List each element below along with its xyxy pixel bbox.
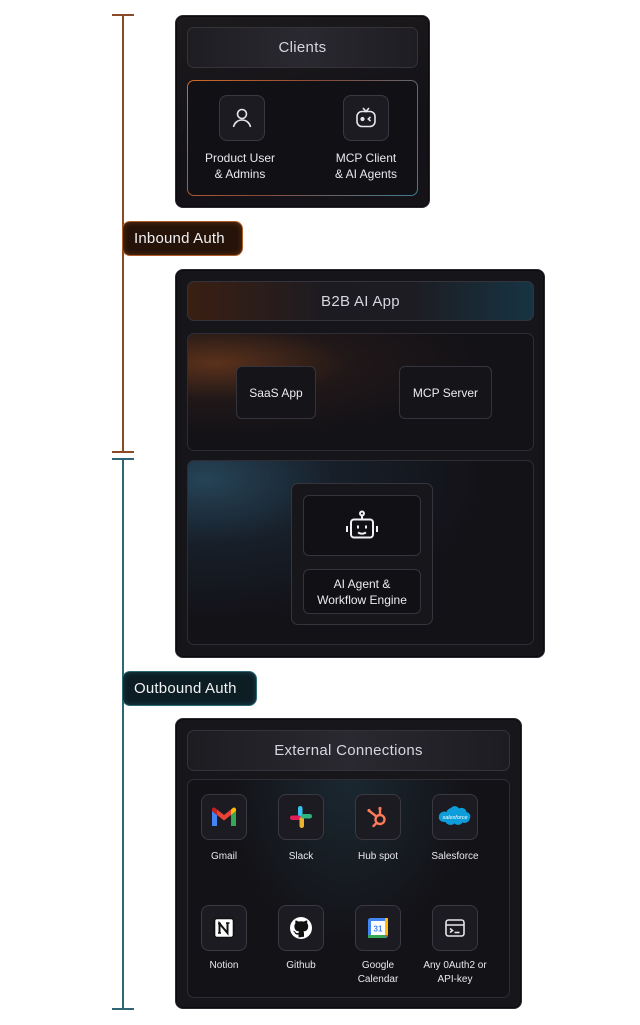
salesforce-icon: salesforce [438, 806, 471, 825]
client-tile-product-user[interactable] [219, 95, 265, 141]
connection-slack[interactable] [278, 794, 324, 840]
hubspot-icon [367, 806, 386, 828]
saas-app-box[interactable]: SaaS App [236, 366, 316, 419]
client-label-mcp-client: MCP Client & AI Agents [334, 151, 398, 181]
robot-face-icon [356, 107, 376, 128]
client-label-product-user: Product User & Admins [204, 151, 276, 181]
agent-label-box: AI Agent & Workflow Engine [303, 569, 421, 614]
outbound-auth-label: Outbound Auth [122, 671, 257, 706]
clients-title: Clients [187, 27, 418, 68]
connection-notion[interactable] [201, 905, 247, 951]
connection-gmail[interactable] [201, 794, 247, 840]
clients-group: Product User & Admins MCP Client & AI Ag… [187, 80, 418, 196]
connection-label-notion: Notion [209, 960, 239, 971]
github-icon [290, 917, 312, 939]
gmail-icon [212, 807, 236, 826]
connections-group: Gmail Slack Hub spot salesforce Salesfor… [187, 779, 510, 998]
agent-icon-tile[interactable] [303, 495, 421, 556]
clients-panel: Clients Product User & Admins MCP Client… [175, 15, 430, 208]
client-tile-mcp-client[interactable] [343, 95, 389, 141]
external-title: External Connections [187, 730, 510, 771]
external-panel: External Connections Gmail Slack Hub spo… [175, 718, 522, 1009]
google-calendar-icon: 31 [368, 918, 388, 938]
notion-icon [213, 917, 235, 939]
salesforce-logo-text: salesforce [442, 815, 467, 821]
connection-label-google-calendar: Google Calendar [357, 960, 399, 985]
connection-label-slack: Slack [288, 851, 314, 862]
b2b-app-panel: B2B AI App SaaS App MCP Server AI Agent … [175, 269, 545, 658]
connection-github[interactable] [278, 905, 324, 951]
agent-card: AI Agent & Workflow Engine [291, 483, 433, 625]
connection-google-calendar[interactable]: 31 [355, 905, 401, 951]
services-group: SaaS App MCP Server [187, 333, 534, 451]
mcp-server-box[interactable]: MCP Server [399, 366, 492, 419]
connection-label-github: Github [286, 960, 316, 971]
agent-group: AI Agent & Workflow Engine [187, 460, 534, 645]
agent-label: AI Agent & Workflow Engine [317, 576, 407, 607]
inbound-auth-label: Inbound Auth [122, 221, 243, 256]
connection-label-salesforce: Salesforce [431, 851, 479, 862]
connection-salesforce[interactable]: salesforce [432, 794, 478, 840]
b2b-app-title: B2B AI App [187, 281, 534, 321]
connection-label-gmail: Gmail [210, 851, 238, 862]
connection-label-oauth-api-key: Any 0Auth2 or API-key [423, 960, 487, 985]
terminal-window-icon [445, 919, 465, 937]
google-calendar-day-text: 31 [374, 925, 383, 934]
connection-label-hubspot: Hub spot [357, 851, 399, 862]
robot-icon [346, 510, 378, 538]
connection-hubspot[interactable] [355, 794, 401, 840]
user-icon [232, 108, 252, 128]
slack-icon [290, 806, 312, 828]
connection-oauth-api-key[interactable] [432, 905, 478, 951]
